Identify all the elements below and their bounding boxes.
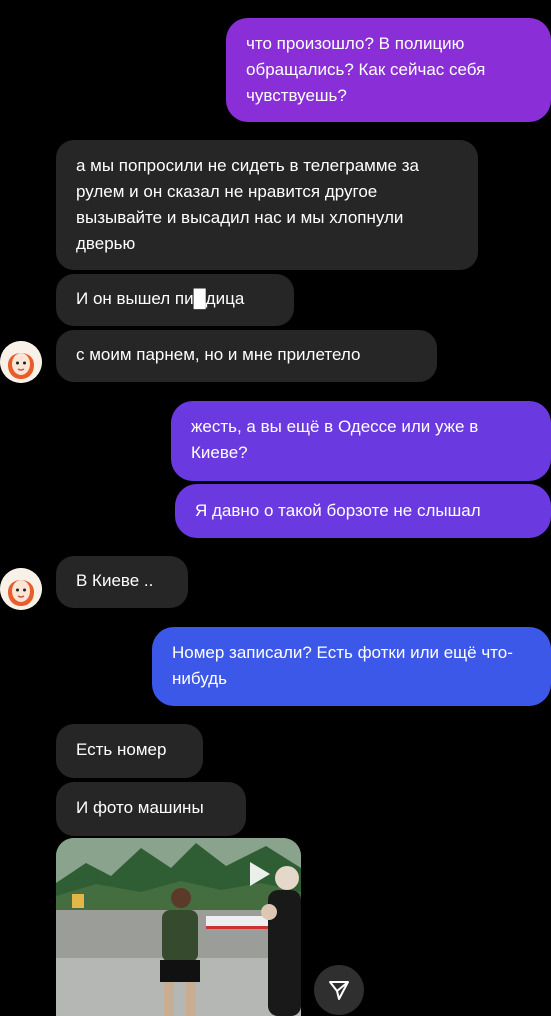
avatar-icon	[0, 568, 42, 610]
message-incoming-4[interactable]: В Киеве ..	[56, 556, 188, 608]
message-text: Номер записали? Есть фотки или ещё что-н…	[172, 643, 513, 688]
message-incoming-6[interactable]: И фото машины	[56, 782, 246, 836]
message-outgoing-3[interactable]: Я давно о такой борзоте не слышал	[175, 484, 551, 538]
avatar-icon	[0, 341, 42, 383]
video-message-thumbnail[interactable]	[56, 838, 301, 1016]
message-incoming-1[interactable]: а мы попросили не сидеть в телеграмме за…	[56, 140, 478, 270]
message-text: И он вышел пи█дица	[76, 289, 245, 308]
avatar[interactable]	[0, 568, 42, 610]
play-icon[interactable]	[241, 856, 277, 892]
send-share-icon	[329, 981, 349, 1000]
message-text: Есть номер	[76, 740, 167, 759]
chat-thread: что произошло? В полицию обращались? Как…	[0, 0, 551, 1016]
message-outgoing-4[interactable]: Номер записали? Есть фотки или ещё что-н…	[152, 627, 551, 706]
message-text: а мы попросили не сидеть в телеграмме за…	[76, 156, 419, 253]
message-incoming-2[interactable]: И он вышел пи█дица	[56, 274, 294, 326]
avatar[interactable]	[0, 341, 42, 383]
message-text: с моим парнем, но и мне прилетело	[76, 345, 361, 364]
message-outgoing-1[interactable]: что произошло? В полицию обращались? Как…	[226, 18, 551, 122]
share-button[interactable]	[314, 965, 364, 1015]
message-text: жесть, а вы ещё в Одессе или уже в Киеве…	[191, 417, 479, 462]
message-text: Я давно о такой борзоте не слышал	[195, 501, 481, 520]
message-text: И фото машины	[76, 798, 204, 817]
message-incoming-3[interactable]: с моим парнем, но и мне прилетело	[56, 330, 437, 382]
message-text: что произошло? В полицию обращались? Как…	[246, 34, 486, 105]
message-outgoing-2[interactable]: жесть, а вы ещё в Одессе или уже в Киеве…	[171, 401, 551, 481]
message-text: В Киеве ..	[76, 571, 154, 590]
message-incoming-5[interactable]: Есть номер	[56, 724, 203, 778]
